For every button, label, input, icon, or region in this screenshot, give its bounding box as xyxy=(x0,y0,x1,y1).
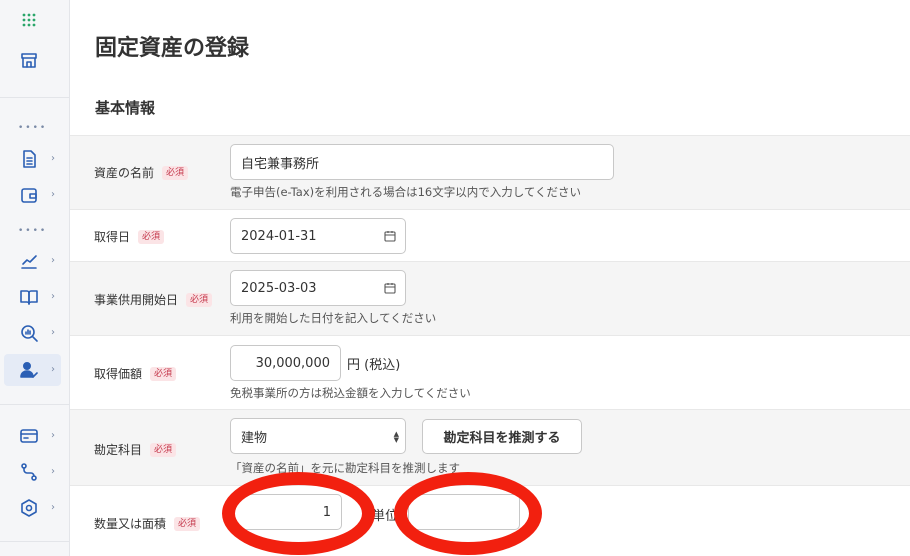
sidebar-group-dots: •••• xyxy=(18,226,48,236)
service-start-date-label: 事業供用開始日 必須 xyxy=(94,291,213,308)
annotation-circle-unit xyxy=(394,472,542,555)
sidebar-group-dots: •••• xyxy=(18,123,48,133)
apps-grid-icon[interactable] xyxy=(18,9,40,31)
chevron-right-icon[interactable]: › xyxy=(51,256,59,266)
service-start-date-row: 事業供用開始日 必須 2025-03-03 利用を開始した日付を記入してください xyxy=(70,261,910,335)
required-badge: 必須 xyxy=(162,165,189,180)
wallet-icon[interactable] xyxy=(18,184,40,206)
asset-name-row: 資産の名前 必須 自宅兼事務所 電子申告(e-Tax)を利用される場合は16文字… xyxy=(70,135,910,209)
page-title: 固定資産の登録 xyxy=(95,36,250,61)
chevron-right-icon[interactable]: › xyxy=(51,431,59,441)
store-icon[interactable] xyxy=(18,49,40,71)
asset-name-input[interactable]: 自宅兼事務所 xyxy=(230,144,614,180)
acquisition-date-row: 取得日 必須 2024-01-31 xyxy=(70,209,910,261)
required-badge: 必須 xyxy=(186,292,213,307)
account-label: 勘定科目 必須 xyxy=(94,441,177,458)
price-unit: 円 (税込) xyxy=(347,358,401,373)
acquisition-date-label: 取得日 必須 xyxy=(94,228,165,245)
acquisition-price-hint: 免税事業所の方は税込金額を入力してください xyxy=(230,386,471,400)
quantity-label: 数量又は面積 必須 xyxy=(94,515,201,532)
sidebar-divider xyxy=(0,404,70,405)
select-arrows-icon: ▲ ▼ xyxy=(393,430,399,444)
user-percent-icon[interactable] xyxy=(18,359,40,381)
route-icon[interactable] xyxy=(18,461,40,483)
annotation-circle-quantity xyxy=(222,472,375,555)
service-start-date-input[interactable]: 2025-03-03 xyxy=(230,270,406,306)
chart-pen-icon[interactable] xyxy=(18,250,40,272)
section-title: 基本情報 xyxy=(95,99,156,117)
acquisition-price-row: 取得価額 必須 30,000,000 円 (税込) 免税事業所の方は税込金額を入… xyxy=(70,335,910,409)
credit-card-icon[interactable] xyxy=(18,425,40,447)
search-chart-icon[interactable] xyxy=(18,322,40,344)
document-icon[interactable] xyxy=(18,148,40,170)
book-icon[interactable] xyxy=(18,286,40,308)
settings-hex-icon[interactable] xyxy=(18,497,40,519)
asset-name-label: 資産の名前 必須 xyxy=(94,164,189,181)
required-badge: 必須 xyxy=(138,229,165,244)
service-start-date-hint: 利用を開始した日付を記入してください xyxy=(230,311,437,325)
sidebar-divider xyxy=(0,541,70,542)
acquisition-price-label: 取得価額 必須 xyxy=(94,365,177,382)
chevron-right-icon[interactable]: › xyxy=(51,154,59,164)
sidebar: •••• › › •••• › › › › › › › xyxy=(0,0,70,556)
acquisition-date-input[interactable]: 2024-01-31 xyxy=(230,218,406,254)
chevron-right-icon[interactable]: › xyxy=(51,503,59,513)
chevron-right-icon[interactable]: › xyxy=(51,467,59,477)
chevron-right-icon[interactable]: › xyxy=(51,292,59,302)
required-badge: 必須 xyxy=(150,366,177,381)
acquisition-price-input[interactable]: 30,000,000 xyxy=(230,345,341,381)
asset-name-hint: 電子申告(e-Tax)を利用される場合は16文字以内で入力してください xyxy=(230,185,582,199)
calendar-icon[interactable] xyxy=(384,230,396,242)
main-content: 固定資産の登録 基本情報 資産の名前 必須 自宅兼事務所 電子申告(e-Tax)… xyxy=(70,0,910,556)
guess-account-button[interactable]: 勘定科目を推測する xyxy=(422,419,582,454)
sidebar-divider xyxy=(0,97,70,98)
required-badge: 必須 xyxy=(174,516,201,531)
account-hint: 「資産の名前」を元に勘定科目を推測します xyxy=(230,461,460,475)
calendar-icon[interactable] xyxy=(384,282,396,294)
chevron-right-icon[interactable]: › xyxy=(51,190,59,200)
chevron-right-icon[interactable]: › xyxy=(51,365,59,375)
required-badge: 必須 xyxy=(150,442,177,457)
chevron-right-icon[interactable]: › xyxy=(51,328,59,338)
account-select[interactable]: 建物 ▲ ▼ xyxy=(230,418,406,454)
